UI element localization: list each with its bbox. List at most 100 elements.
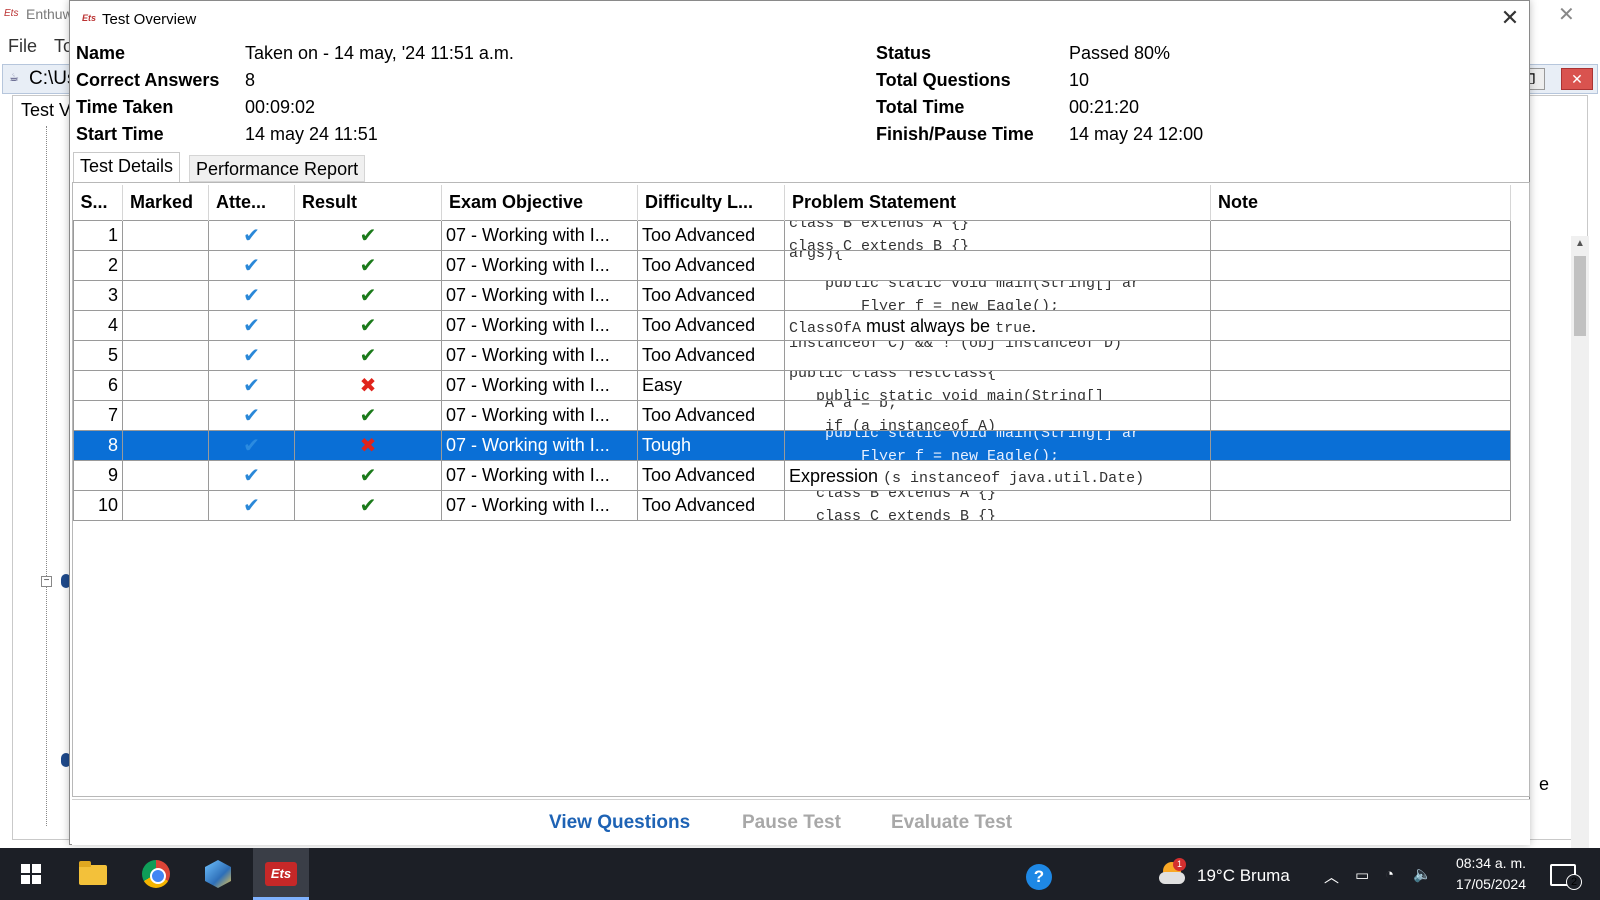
ets-logo-icon: Ets: [82, 13, 97, 23]
weather-text[interactable]: 19°C Bruma: [1197, 866, 1290, 886]
correct-check-icon: ✔: [359, 344, 377, 367]
problem-statement-cell: ClassOfA must always be true.: [784, 309, 1211, 341]
attempted-cell: ✔: [208, 309, 295, 341]
table-row[interactable]: 9 ✔ ✔ 07 - Working with I... Too Advanced Exp…: [73, 459, 1511, 491]
system-clock[interactable]: 08:34 a. m. 17/05/2024: [1436, 853, 1526, 895]
marked-cell: [122, 249, 209, 281]
problem-text: must always be: [861, 315, 996, 336]
exam-objective-cell: 07 - Working with I...: [441, 369, 638, 401]
pause-test-button[interactable]: Pause Test: [742, 812, 841, 834]
difficulty-cell: Too Advanced: [637, 339, 785, 371]
start-button[interactable]: [1, 848, 57, 900]
table-row[interactable]: 6 ✔ ✖ 07 - Working with I... Easy public clas…: [73, 369, 1511, 401]
weather-icon[interactable]: 1: [1159, 858, 1186, 884]
attempted-check-icon: ✔: [243, 314, 260, 337]
problem-line-1: class B extends A {}: [789, 490, 997, 502]
dialog-close-icon[interactable]: ✕: [1496, 7, 1524, 31]
marked-cell: [122, 219, 209, 251]
table-row[interactable]: 1 ✔ ✔ 07 - Working with I... Too Advanced cla…: [73, 219, 1511, 251]
correct-check-icon: ✔: [359, 404, 377, 427]
difficulty-cell: Easy: [637, 369, 785, 401]
problem-statement-cell: public class TestClass{ public static vo…: [784, 369, 1211, 401]
tab-test-details[interactable]: Test Details: [73, 152, 181, 183]
name-label: Name: [76, 43, 126, 63]
note-cell: [1210, 459, 1511, 491]
scroll-up-icon[interactable]: ▲: [1575, 238, 1585, 249]
battery-icon[interactable]: ▭: [1355, 866, 1369, 884]
column-header-result[interactable]: Result: [294, 185, 442, 220]
volume-icon[interactable]: 🔈: [1413, 865, 1432, 883]
result-cell: ✔: [294, 489, 442, 521]
table-row[interactable]: 4 ✔ ✔ 07 - Working with I... Too Advanced Cla…: [73, 309, 1511, 341]
file-explorer-button[interactable]: [65, 848, 121, 900]
attempted-cell: ✔: [208, 489, 295, 521]
column-header-problem-statement[interactable]: Problem Statement: [784, 185, 1211, 220]
background-close-icon[interactable]: ✕: [1558, 2, 1575, 27]
total-questions-label: Total Questions: [876, 70, 1011, 90]
serial-cell: 5: [73, 339, 123, 371]
background-panel-label: Test V: [21, 100, 72, 120]
notification-center-icon[interactable]: 2: [1550, 864, 1582, 890]
table-row[interactable]: 7 ✔ ✔ 07 - Working with I... Too Advanced A …: [73, 399, 1511, 431]
serial-cell: 6: [73, 369, 123, 401]
difficulty-cell: Too Advanced: [637, 219, 785, 251]
help-icon[interactable]: ?: [1026, 864, 1052, 890]
tree-collapse-icon[interactable]: −: [41, 576, 52, 587]
table-row[interactable]: 2 ✔ ✔ 07 - Working with I... Too Advanced arg…: [73, 249, 1511, 281]
marked-cell: [122, 459, 209, 491]
table-row[interactable]: 10 ✔ ✔ 07 - Working with I... Too Advanced c…: [73, 489, 1511, 521]
chrome-button[interactable]: [128, 848, 184, 900]
total-time-value: 00:21:20: [1069, 97, 1140, 117]
serial-cell: 10: [73, 489, 123, 521]
serial-cell: 7: [73, 399, 123, 431]
marked-cell: [122, 279, 209, 311]
note-cell: [1210, 279, 1511, 311]
column-header-exam-objective[interactable]: Exam Objective: [441, 185, 638, 220]
wifi-icon[interactable]: ◔: [1385, 866, 1394, 883]
exam-objective-cell: 07 - Working with I...: [441, 279, 638, 311]
table-row[interactable]: 3 ✔ ✔ 07 - Working with I... Too Advanced pu…: [73, 279, 1511, 311]
table-row[interactable]: 5 ✔ ✔ 07 - Working with I... Too Advanced ins…: [73, 339, 1511, 371]
evaluate-test-button[interactable]: Evaluate Test: [891, 812, 1012, 834]
folder-icon: [79, 861, 107, 885]
problem-line-1: public class TestClass{: [789, 370, 997, 382]
clock-time: 08:34 a. m.: [1455, 855, 1526, 871]
problem-line-1: public static void main(String[] ar: [789, 280, 1141, 292]
ets-logo-icon: Ets: [4, 8, 19, 19]
table-row[interactable]: 8 ✔ ✖ 07 - Working with I... Tough public st…: [73, 429, 1511, 461]
chevron-up-icon[interactable]: ︿: [1324, 866, 1339, 887]
inner-close-icon[interactable]: ✕: [1561, 68, 1593, 90]
correct-check-icon: ✔: [359, 254, 377, 277]
exam-objective-cell: 07 - Working with I...: [441, 399, 638, 431]
column-header-marked[interactable]: Marked: [122, 185, 209, 220]
tab-performance-report[interactable]: Performance Report: [189, 155, 366, 182]
column-header-attempted[interactable]: Atte...: [208, 185, 295, 220]
result-cell: ✔: [294, 249, 442, 281]
menu-file[interactable]: File: [8, 36, 37, 57]
difficulty-cell: Too Advanced: [637, 399, 785, 431]
exam-objective-cell: 07 - Working with I...: [441, 309, 638, 341]
note-cell: [1210, 309, 1511, 341]
correct-check-icon: ✔: [359, 464, 377, 487]
correct-check-icon: ✔: [359, 284, 377, 307]
note-cell: [1210, 489, 1511, 521]
problem-statement-cell: public static void main(String[] ar Flye…: [784, 279, 1211, 311]
weather-badge: 1: [1173, 858, 1186, 871]
enthuware-ets-button[interactable]: Ets: [253, 848, 309, 900]
problem-statement-cell: Expression (s instanceof java.util.Date): [784, 459, 1211, 491]
app-cube-button[interactable]: [190, 848, 246, 900]
background-scrollbar[interactable]: ▲ ▼: [1571, 236, 1589, 900]
scroll-thumb[interactable]: [1574, 256, 1586, 336]
column-header-difficulty[interactable]: Difficulty L...: [637, 185, 785, 220]
view-questions-button[interactable]: View Questions: [549, 812, 690, 834]
status-label: Status: [876, 43, 932, 63]
serial-cell: 4: [73, 309, 123, 341]
tree-guide-line: [46, 126, 47, 826]
column-header-note[interactable]: Note: [1210, 185, 1511, 220]
serial-cell: 9: [73, 459, 123, 491]
difficulty-cell: Tough: [637, 429, 785, 461]
attempted-cell: ✔: [208, 249, 295, 281]
exam-objective-cell: 07 - Working with I...: [441, 249, 638, 281]
column-header-serial[interactable]: S...: [73, 185, 123, 220]
problem-line-2: if (a instanceof A): [789, 417, 997, 430]
